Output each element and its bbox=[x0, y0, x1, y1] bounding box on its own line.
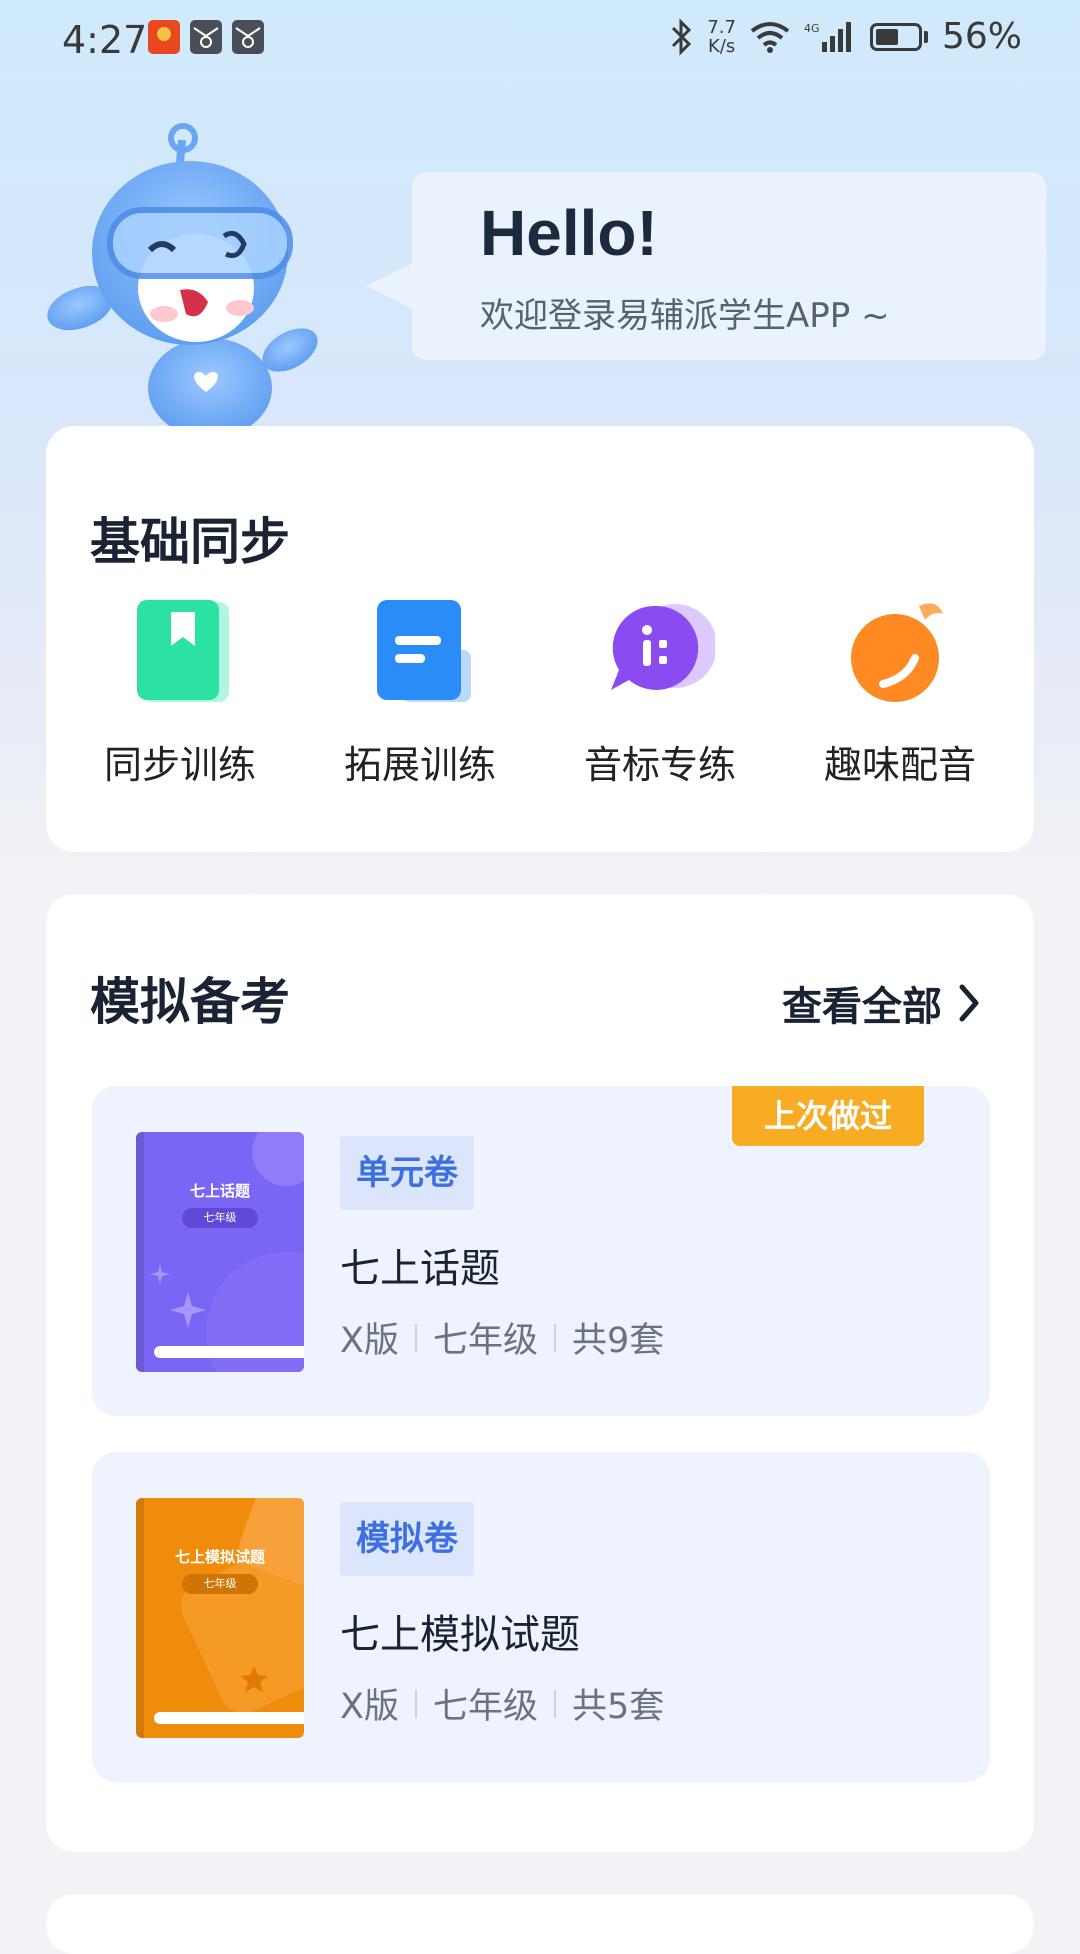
status-bar: 4:27 7.7 K/s 4G 56% bbox=[0, 0, 1080, 80]
exam-cover-unit-paper: 七上话题 七年级 bbox=[136, 1132, 304, 1372]
fun-dubbing-label: 趣味配音 bbox=[823, 743, 976, 787]
exam-cover-title: 七上话题 bbox=[189, 1182, 250, 1200]
exam-count: 共9套 bbox=[572, 1321, 665, 1361]
cellular-signal-icon: 4G bbox=[804, 21, 851, 52]
basic-sync-title: 基础同步 bbox=[90, 513, 290, 571]
greeting-bubble-tail bbox=[366, 262, 414, 310]
view-all-label: 查看全部 bbox=[782, 984, 942, 1030]
phonetic-practice-button[interactable]: 音标专练 bbox=[560, 596, 760, 789]
exam-count: 共5套 bbox=[572, 1687, 665, 1727]
exam-type-tag: 单元卷 bbox=[340, 1136, 474, 1210]
exam-type-tag: 模拟卷 bbox=[340, 1502, 474, 1576]
status-time: 4:27 bbox=[62, 18, 148, 62]
basic-sync-card: 基础同步 同步训练 拓展训练 音标专练 趣味配音 bbox=[46, 426, 1034, 852]
network-speed: 7.7 K/s bbox=[707, 18, 736, 56]
greeting-title: Hello! bbox=[480, 197, 658, 269]
extended-training-button[interactable]: 拓展训练 bbox=[320, 596, 520, 789]
exam-name: 七上话题 bbox=[340, 1246, 500, 1292]
bluetooth-icon bbox=[672, 17, 692, 56]
exam-grade: 七年级 bbox=[432, 1687, 538, 1727]
exam-grade: 七年级 bbox=[432, 1321, 538, 1361]
exam-cover-grade: 七年级 bbox=[182, 1574, 258, 1594]
welcome-text: 欢迎登录易辅派学生APP ~ bbox=[480, 296, 890, 336]
extended-training-label: 拓展训练 bbox=[343, 743, 496, 787]
battery-percent: 56% bbox=[941, 16, 1022, 57]
mock-exam-card: 模拟备考 查看全部 七上话题 七年级 上次做过 单元卷 七上话题 X版 七年级 … bbox=[46, 894, 1034, 1852]
music-note-icon bbox=[845, 596, 955, 706]
exam-version: X版 bbox=[340, 1321, 399, 1361]
exam-meta: X版 七年级 共9套 bbox=[340, 1312, 664, 1363]
fun-dubbing-button[interactable]: 趣味配音 bbox=[800, 596, 1000, 789]
network-speed-value: 7.7 bbox=[707, 16, 736, 38]
view-all-link[interactable]: 查看全部 bbox=[782, 974, 982, 1032]
red-envelope-notification-icon bbox=[148, 20, 180, 54]
phonetic-practice-label: 音标专练 bbox=[583, 743, 736, 787]
exam-item-unit-paper[interactable]: 七上话题 七年级 上次做过 单元卷 七上话题 X版 七年级 共9套 bbox=[92, 1086, 990, 1416]
wallet-notification-icon-2 bbox=[232, 20, 264, 54]
battery-icon bbox=[869, 22, 928, 51]
exam-cover-mock-paper: 七上模拟试题 七年级 bbox=[136, 1498, 304, 1738]
last-done-badge: 上次做过 bbox=[732, 1086, 924, 1146]
exam-name: 七上模拟试题 bbox=[340, 1612, 580, 1658]
chevron-right-icon bbox=[959, 984, 979, 1022]
document-lines-icon bbox=[365, 596, 475, 706]
exam-cover-grade: 七年级 bbox=[182, 1208, 258, 1228]
network-speed-unit: K/s bbox=[708, 35, 736, 57]
exam-meta: X版 七年级 共5套 bbox=[340, 1678, 664, 1729]
network-type-label: 4G bbox=[804, 22, 820, 35]
phonetic-chat-icon bbox=[605, 596, 717, 706]
sync-training-button[interactable]: 同步训练 bbox=[80, 596, 280, 789]
mock-exam-title: 模拟备考 bbox=[90, 973, 290, 1031]
exam-cover-title: 七上模拟试题 bbox=[174, 1548, 265, 1566]
robot-mascot-illustration bbox=[47, 123, 318, 428]
exam-item-mock-paper[interactable]: 七上模拟试题 七年级 模拟卷 七上模拟试题 X版 七年级 共5套 bbox=[92, 1452, 990, 1782]
wifi-icon bbox=[750, 21, 790, 53]
bookmark-book-icon bbox=[125, 596, 235, 706]
wallet-notification-icon bbox=[190, 20, 222, 54]
exam-version: X版 bbox=[340, 1687, 399, 1727]
next-section-card bbox=[46, 1894, 1034, 1954]
sync-training-label: 同步训练 bbox=[103, 743, 256, 787]
